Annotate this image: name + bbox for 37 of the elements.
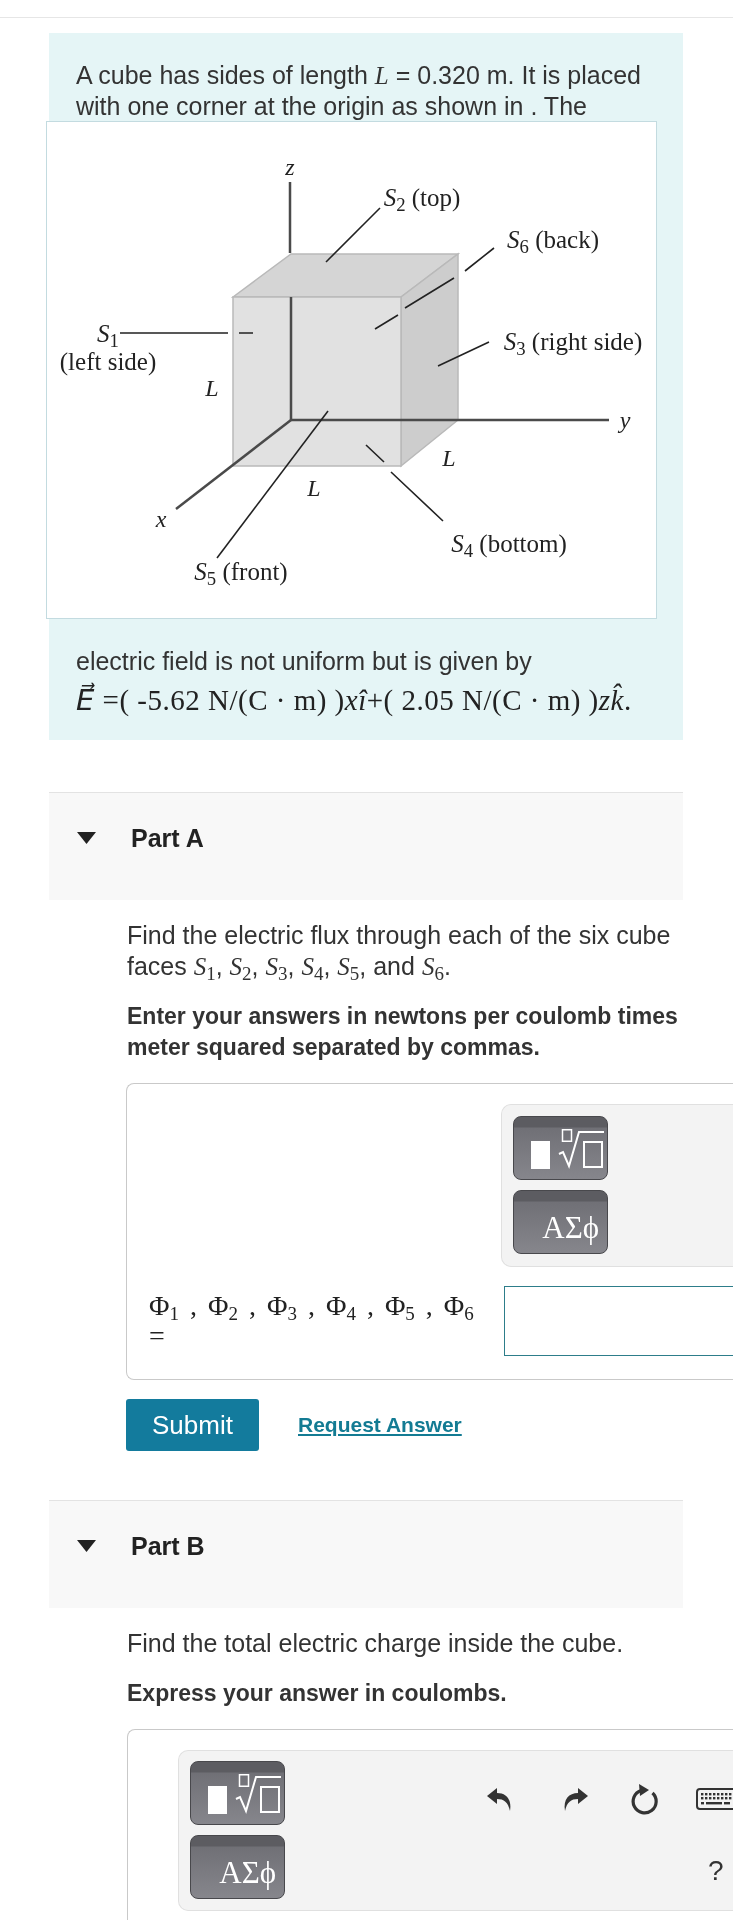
axis-label: z [285, 154, 295, 180]
face-label: S$_{2}$ (top) [383, 184, 461, 212]
keyboard-icon[interactable] [696, 1788, 733, 1810]
reset-icon[interactable] [628, 1783, 660, 1815]
submit-button[interactable]: Submit [126, 1399, 259, 1451]
axis-label: y [619, 407, 631, 433]
face-label: S$_{5}$ (front) [194, 558, 288, 586]
help-button[interactable]: ? [708, 1855, 724, 1887]
field-formula: E⃗ =( -5.62 N/(C · m) )xî+( 2.05 N/(C · m) )zk̂. [76, 683, 633, 717]
templates-button[interactable] [190, 1761, 285, 1825]
face-label: S$_{1}$ (left side) [59, 320, 157, 376]
question-text: Find the electric flux through each of the six cube faces S$_{1}$, S$_{2}$, S$_{3}$, S$_{4}$, S$_{5}$, and S$_{6}$. [127, 920, 672, 982]
symbols-button[interactable]: ΑΣϕ [190, 1835, 285, 1899]
answer-field[interactable] [504, 1286, 733, 1356]
face-label: S$_{4}$ (bottom) [451, 530, 567, 558]
caret-icon[interactable] [77, 1540, 96, 1552]
answer-label: Φ$_{1}$ , Φ$_{2}$ , Φ$_{3}$ , Φ$_{4}$ , Φ$_{5}$ , Φ$_{6}$ = [149, 1291, 475, 1351]
part-header[interactable]: Part B [49, 1500, 683, 1608]
face-label: S$_{6}$ (back) [507, 226, 599, 254]
problem-text: electric field is not uniform but is given by [76, 646, 533, 677]
part-header[interactable]: Part A [49, 792, 683, 900]
templates-button[interactable] [513, 1116, 608, 1180]
instruction-text: Express your answer in coulombs. [127, 1679, 508, 1708]
root-template-icon [208, 1774, 282, 1814]
root-template-icon [531, 1129, 605, 1169]
instruction-text: Enter your answers in newtons per coulomb times meter squared separated by commas. [127, 1002, 679, 1062]
request-answer-link[interactable]: Request Answer [298, 1409, 462, 1441]
face-label: S$_{3}$ (right side) [503, 328, 643, 356]
length-label: L [442, 445, 456, 471]
question-text: Find the total electric charge inside the cube. [127, 1628, 625, 1659]
leader-line [437, 341, 490, 367]
length-label: L [307, 475, 321, 501]
symbols-button[interactable]: ΑΣϕ [513, 1190, 608, 1254]
length-label: L [205, 375, 219, 401]
caret-icon[interactable] [77, 832, 96, 844]
problem-text: A cube has sides of length L = 0.320 m. It is placed with one corner at the origin as shown in . The [76, 60, 642, 121]
axis-label: x [155, 506, 167, 532]
